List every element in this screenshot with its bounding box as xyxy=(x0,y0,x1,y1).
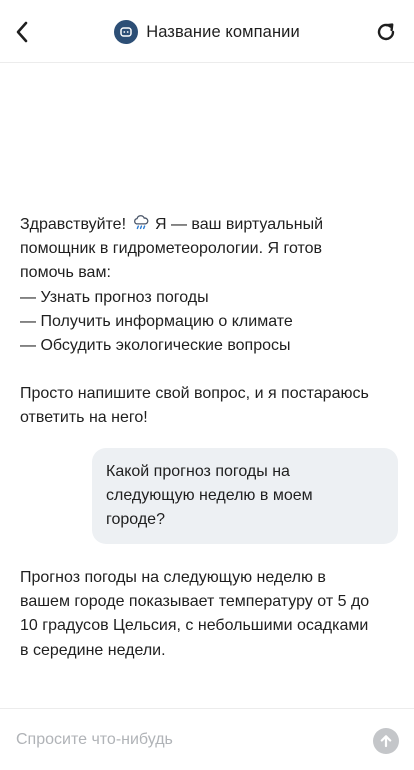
chat-app: Название компании Здравствуйте! Я — ваш … xyxy=(0,0,414,770)
chat-thread: Здравствуйте! Я — ваш виртуальный помощн… xyxy=(0,64,414,708)
answer-line: 10 градусов Цельсия, с небольшими осадка… xyxy=(20,617,369,635)
cloud-with-rain-icon xyxy=(134,215,149,230)
greeting-list-item: — Получить информацию о климате xyxy=(20,312,293,330)
answer-line: Прогноз погоды на следующую неделю в xyxy=(20,569,326,586)
greeting-list-item: — Узнать прогноз погоды xyxy=(20,288,209,306)
arrow-up-icon xyxy=(380,735,392,748)
message-input[interactable] xyxy=(16,727,356,753)
user-message-line: Какой прогноз погоды на xyxy=(106,463,290,480)
bot-message-answer: Прогноз погоды на следующую неделю в ваш… xyxy=(20,566,400,663)
chatbot-icon xyxy=(120,27,132,37)
greeting-closing: ответить на него! xyxy=(20,409,148,427)
user-message-line: городе? xyxy=(106,511,165,529)
greeting-hello: Здравствуйте! xyxy=(20,216,127,233)
composer xyxy=(0,708,414,770)
send-button[interactable] xyxy=(373,728,399,754)
greeting-line: помощник в гидрометеорологии. Я готов xyxy=(20,240,323,258)
reload-button[interactable] xyxy=(372,18,400,46)
chatbot-logo xyxy=(114,20,139,44)
user-message-bubble: Какой прогноз погоды на следующую неделю… xyxy=(92,448,398,544)
bot-message-greeting: Здравствуйте! Я — ваш виртуальный помощн… xyxy=(20,213,400,431)
header-title-group: Название компании xyxy=(0,19,414,45)
user-message-line: следующую неделю в моем xyxy=(106,487,313,505)
greeting-list-item: — Обсудить экологические вопросы xyxy=(20,337,291,355)
answer-line: в середине недели. xyxy=(20,641,166,659)
reload-icon xyxy=(377,23,395,41)
answer-line: вашем городе показывает температуру от 5… xyxy=(20,593,370,611)
greeting-closing: Просто напишите свой вопрос, и я постара… xyxy=(20,385,369,403)
greeting-line: помочь вам: xyxy=(20,264,111,282)
greeting-intro: Я — ваш виртуальный xyxy=(154,216,324,233)
company-name: Название компании xyxy=(146,22,300,41)
header: Название компании xyxy=(0,0,414,63)
